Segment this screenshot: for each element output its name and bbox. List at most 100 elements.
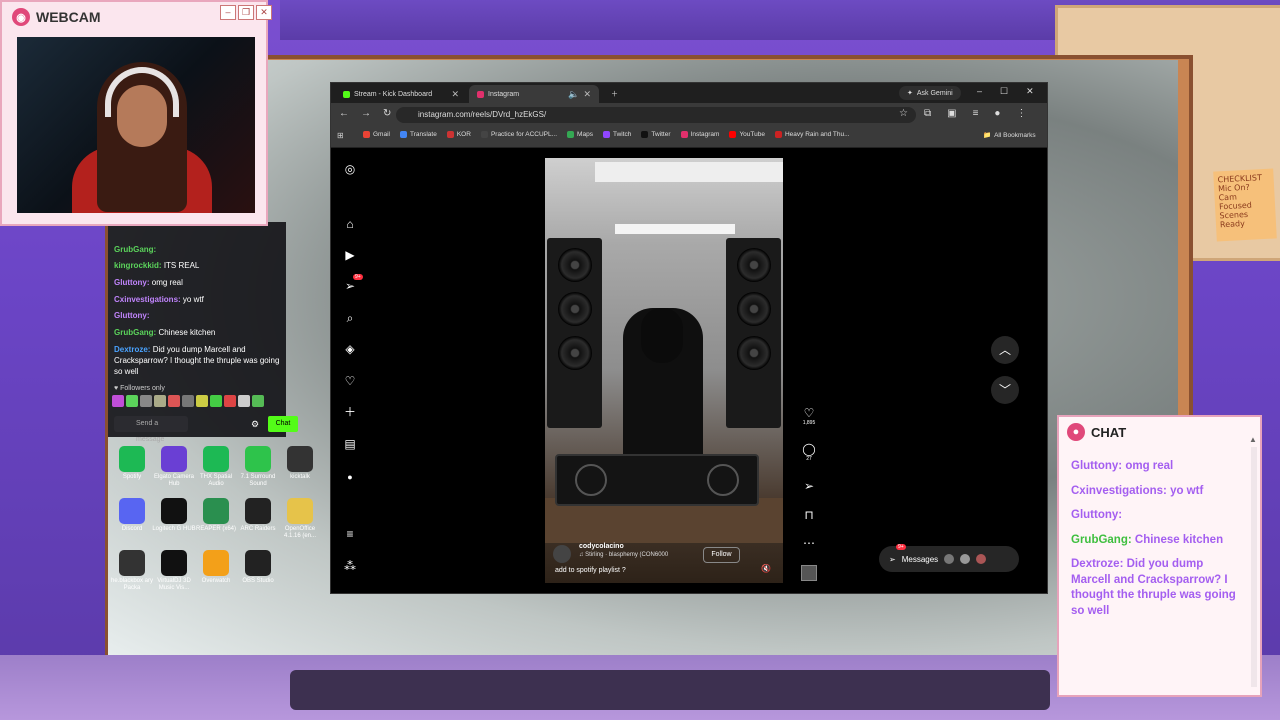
desktop-icon[interactable]: Overwatch: [192, 550, 240, 592]
bookmark-item[interactable]: KOR: [446, 131, 471, 138]
sticky-note: CHECKLIST Mic On? Cam Focused Scenes Ready: [1213, 168, 1277, 242]
desktop-icon[interactable]: OBS Studio: [234, 550, 282, 592]
desktop-icon[interactable]: Logitech G HUB: [150, 498, 198, 540]
previous-reel-button[interactable]: ︿: [991, 336, 1019, 364]
like-action[interactable]: ♡ 1,895: [797, 406, 821, 426]
menu-icon[interactable]: ⋮: [1016, 108, 1026, 119]
desktop-icon[interactable]: Elgato Camera Hub: [150, 446, 198, 488]
desktop-icon-label: THX Spatial Audio: [199, 474, 232, 487]
follow-button[interactable]: Follow: [703, 547, 740, 563]
minimize-icon[interactable]: –: [977, 86, 982, 97]
profile-icon[interactable]: ●: [994, 108, 1000, 119]
comment-icon[interactable]: ◯: [797, 442, 821, 456]
queue-icon[interactable]: ≡: [973, 108, 979, 119]
chat-send-button[interactable]: Chat: [268, 416, 298, 432]
bookmark-item[interactable]: Instagram: [680, 131, 719, 138]
tab-instagram[interactable]: Instagram 🔈 ✕: [469, 85, 599, 103]
close-tab-icon[interactable]: ✕: [451, 89, 459, 100]
chat-username[interactable]: Gluttony:: [114, 278, 150, 287]
chat-settings-icon[interactable]: ⚙: [251, 419, 259, 430]
chat-username[interactable]: GrubGang:: [114, 328, 156, 337]
app-icon: [161, 446, 187, 472]
author-username[interactable]: codycolacino: [579, 543, 624, 550]
chat-message: Gluttony: omg real: [114, 277, 282, 288]
heart-icon[interactable]: ♡: [797, 406, 821, 420]
webcam-feed: [17, 37, 255, 213]
tab-bar: Stream - Kick Dashboard ✕ Instagram 🔈 ✕ …: [331, 83, 1047, 103]
also-from-meta-icon[interactable]: ⁂: [343, 559, 357, 573]
share-icon[interactable]: ➢: [797, 479, 821, 493]
apps-icon[interactable]: ⊞: [337, 131, 344, 140]
bookmark-item[interactable]: Twitter: [641, 131, 671, 138]
extensions-icon[interactable]: ⧉: [924, 108, 931, 119]
close-tab-icon[interactable]: ✕: [583, 89, 591, 100]
bookmark-item[interactable]: YouTube: [729, 131, 765, 138]
chat-username[interactable]: kingrockkid:: [114, 261, 162, 270]
home-icon[interactable]: ⌂: [343, 217, 357, 231]
reel-video[interactable]: codycolacino ♫ Stirling · blasphemy (CON…: [545, 158, 783, 583]
next-reel-button[interactable]: ﹀: [991, 376, 1019, 404]
desktop-icon[interactable]: 7.1 Surround Sound: [234, 446, 282, 488]
back-icon[interactable]: ←: [339, 108, 349, 119]
chat-username[interactable]: Gluttony:: [114, 311, 150, 320]
folder-icon: 📁: [983, 132, 992, 139]
close-icon[interactable]: ✕: [1026, 86, 1034, 97]
create-icon[interactable]: ＋: [343, 405, 357, 419]
mute-icon[interactable]: 🔇: [761, 564, 771, 573]
bookmark-item[interactable]: Gmail: [363, 131, 390, 138]
tab-kick-dashboard[interactable]: Stream - Kick Dashboard ✕: [335, 85, 467, 103]
address-bar[interactable]: instagram.com/reels/DVrd_hzEkGS/: [396, 107, 916, 123]
send-message-input[interactable]: Send a message: [114, 416, 188, 443]
all-bookmarks[interactable]: 📁 All Bookmarks: [983, 131, 1036, 140]
messages-nav-icon[interactable]: ➢: [343, 279, 357, 293]
bookmark-item[interactable]: Heavy Rain and Thu...: [774, 131, 850, 138]
save-icon[interactable]: ⊓: [797, 508, 821, 522]
desktop-icon[interactable]: VirtualDJ 3D Music Vis...: [150, 550, 198, 592]
ceiling-light: [595, 162, 783, 182]
desktop-icon[interactable]: REAPER (x64): [192, 498, 240, 540]
desktop-icon[interactable]: THX Spatial Audio: [192, 446, 240, 488]
more-menu-icon[interactable]: ≡: [343, 527, 357, 541]
chat-username[interactable]: Dextroze:: [114, 345, 150, 354]
scrollbar[interactable]: [1251, 447, 1257, 687]
bookmarks-bar: ⊞ Gmail Translate KOR Practice for ACCUPL..…: [331, 127, 1047, 148]
media-icon[interactable]: ▣: [947, 108, 956, 119]
instagram-logo-icon[interactable]: ◎: [343, 162, 357, 176]
profile-avatar[interactable]: ●: [343, 470, 357, 484]
bookmark-item[interactable]: Maps: [567, 131, 593, 138]
dashboard-icon[interactable]: ▤: [343, 437, 357, 451]
notifications-icon[interactable]: ♡: [343, 374, 357, 388]
explore-icon[interactable]: ◈: [343, 342, 357, 356]
comment-action[interactable]: ◯ 27: [797, 442, 821, 462]
forward-icon[interactable]: →: [361, 108, 371, 119]
desktop-icon[interactable]: he.blackbox ary Packa: [108, 550, 156, 592]
bookmark-favicon-icon: [729, 131, 737, 138]
desktop-icon[interactable]: kicktalk: [276, 446, 324, 488]
new-tab-button[interactable]: ＋: [603, 85, 623, 103]
keyboard: [290, 670, 1050, 710]
search-icon[interactable]: ⌕: [343, 311, 357, 325]
ask-gemini-button[interactable]: ✦ Ask Gemini: [899, 86, 961, 100]
author-avatar[interactable]: [553, 545, 571, 563]
desktop-icon[interactable]: Spotify: [108, 446, 156, 488]
wall-light: [615, 224, 735, 234]
maximize-icon[interactable]: ☐: [1000, 86, 1008, 97]
scroll-up-icon[interactable]: ▲: [1249, 435, 1257, 444]
reel-audio[interactable]: ♫ Stirling · blasphemy (CON6000: [579, 552, 668, 558]
bookmark-item[interactable]: Practice for ACCUPL...: [480, 131, 557, 138]
chat-username[interactable]: GrubGang:: [114, 245, 156, 254]
audio-thumbnail[interactable]: [797, 565, 821, 581]
bookmark-item[interactable]: Twitch: [602, 131, 631, 138]
chat-username[interactable]: Cxinvestigations:: [114, 295, 181, 304]
chat-message: Cxinvestigations: yo wtf: [114, 294, 282, 305]
desktop-icon[interactable]: OpenOffice 4.1.16 (en...: [276, 498, 324, 540]
star-icon[interactable]: ☆: [899, 108, 908, 119]
desktop-icon[interactable]: ARC Raiders: [234, 498, 282, 540]
bookmark-item[interactable]: Translate: [399, 131, 437, 138]
reload-icon[interactable]: ↻: [383, 108, 391, 119]
reels-icon[interactable]: ▶: [343, 248, 357, 262]
desktop-icon[interactable]: Discord: [108, 498, 156, 540]
speaker-icon[interactable]: 🔈: [568, 89, 579, 100]
chat-username: Gluttony:: [1071, 460, 1123, 472]
more-options-icon[interactable]: ⋯: [797, 536, 821, 550]
